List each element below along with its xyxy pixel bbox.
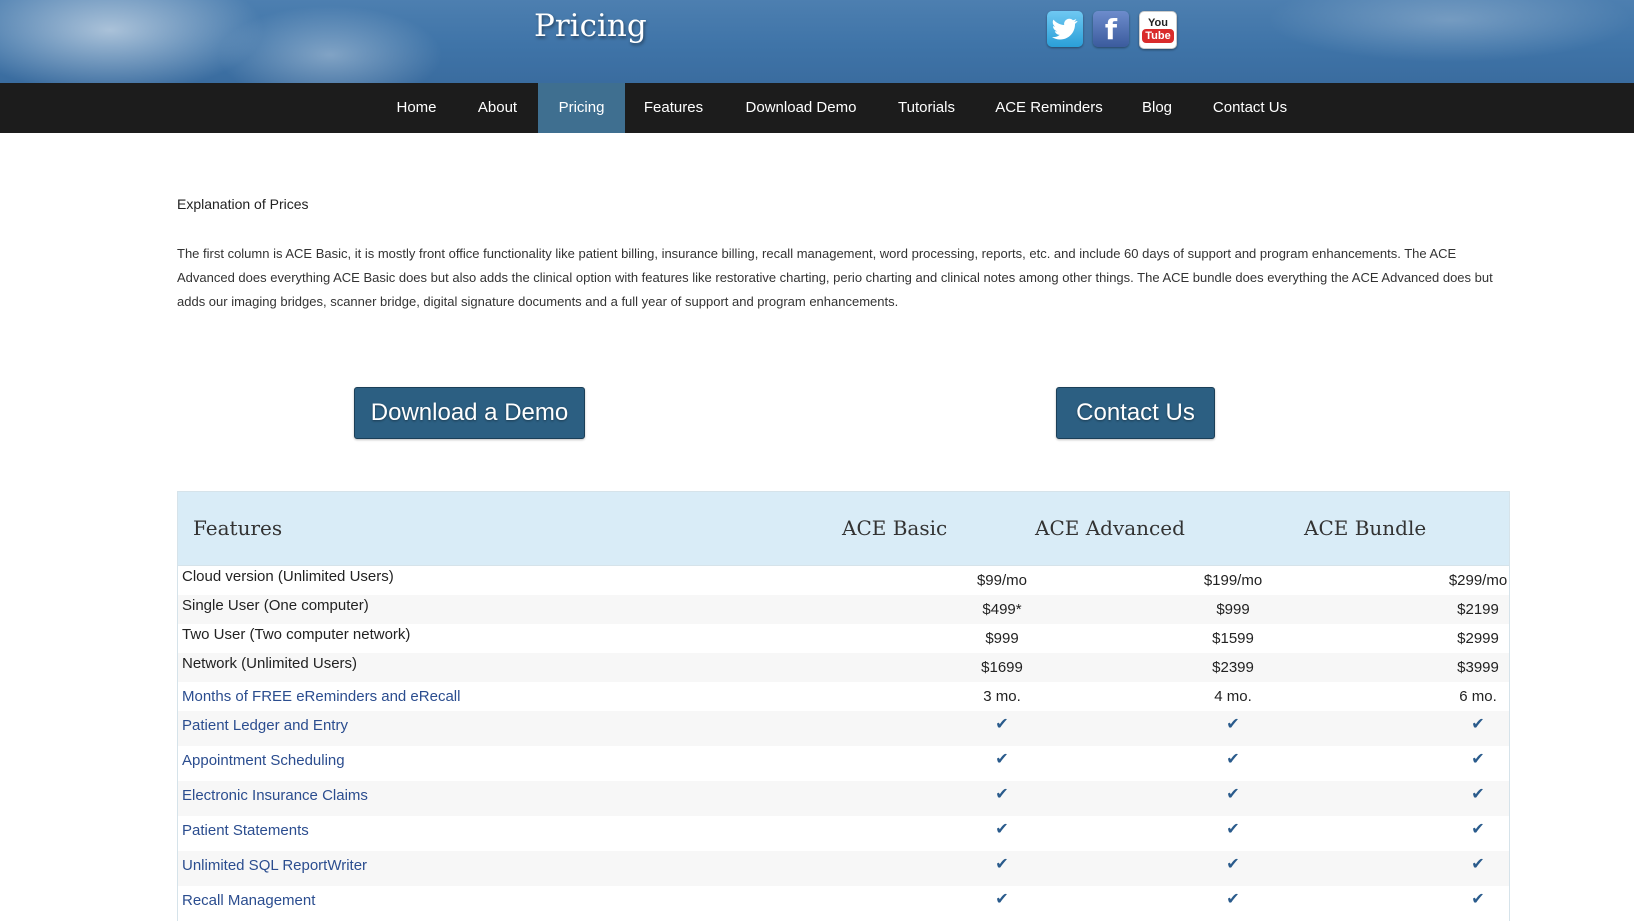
checkmark-icon: ✔ — [1471, 716, 1485, 733]
nav-item-home[interactable]: Home — [391, 83, 442, 133]
header-ace-basic: ACE Basic — [842, 516, 948, 540]
feature-label: Network (Unlimited Users) — [182, 655, 358, 672]
price-ace-bundle: $2999 — [1457, 630, 1499, 647]
checkmark-icon: ✔ — [1226, 716, 1240, 733]
twitter-icon[interactable] — [1047, 11, 1083, 47]
table-row: Cloud version (Unlimited Users) $99/mo $19… — [178, 566, 1509, 595]
nav-item-pricing[interactable]: Pricing — [538, 83, 625, 133]
feature-label[interactable]: Patient Statements — [182, 822, 309, 839]
explanation-text: The first column is ACE Basic, it is mos… — [177, 246, 1493, 309]
table-row: Patient Ledger and Entry ✔ ✔ ✔ — [178, 711, 1509, 746]
nav-item-about[interactable]: About — [467, 83, 528, 133]
price-ace-advanced: 4 mo. — [1214, 688, 1252, 705]
table-body: Cloud version (Unlimited Users) $99/mo $19… — [178, 566, 1509, 921]
table-row: Network (Unlimited Users) $1699 $2399 $3999 — [178, 653, 1509, 682]
header-ace-advanced: ACE Advanced — [1035, 516, 1185, 540]
checkmark-icon: ✔ — [1226, 891, 1240, 908]
nav-item-contact-us[interactable]: Contact Us — [1204, 83, 1296, 133]
checkmark-icon: ✔ — [1471, 751, 1485, 768]
header-ace-bundle: ACE Bundle — [1304, 516, 1427, 540]
price-ace-basic: 3 mo. — [983, 688, 1021, 705]
table-row: Electronic Insurance Claims ✔ ✔ ✔ — [178, 781, 1509, 816]
checkmark-icon: ✔ — [995, 751, 1009, 768]
youtube-tube-text: Tube — [1142, 29, 1174, 43]
pricing-table: Features ACE Basic ACE Advanced ACE Bund… — [177, 491, 1510, 921]
price-ace-advanced: $1599 — [1212, 630, 1254, 647]
table-row: Appointment Scheduling ✔ ✔ ✔ — [178, 746, 1509, 781]
feature-label: Cloud version (Unlimited Users) — [182, 568, 394, 585]
price-ace-basic: $1699 — [981, 659, 1023, 676]
youtube-you-text: You — [1148, 17, 1168, 29]
table-row: Single User (One computer) $499* $999 $2199 — [178, 595, 1509, 624]
nav-item-blog[interactable]: Blog — [1133, 83, 1181, 133]
price-ace-basic: $499* — [982, 601, 1022, 618]
facebook-glyph: f — [1104, 12, 1118, 46]
facebook-icon[interactable]: f — [1093, 11, 1129, 47]
checkmark-icon: ✔ — [1471, 891, 1485, 908]
price-ace-advanced: $2399 — [1212, 659, 1254, 676]
nav-item-features[interactable]: Features — [637, 83, 710, 133]
table-row: Months of FREE eReminders and eRecall 3 m… — [178, 682, 1509, 711]
checkmark-icon: ✔ — [1471, 786, 1485, 803]
table-row: Two User (Two computer network) $999 $1599… — [178, 624, 1509, 653]
nav-item-download-demo[interactable]: Download Demo — [733, 83, 869, 133]
feature-label[interactable]: Recall Management — [182, 892, 315, 909]
feature-label[interactable]: Appointment Scheduling — [182, 752, 345, 769]
table-row: Recall Management ✔ ✔ ✔ — [178, 886, 1509, 921]
checkmark-icon: ✔ — [995, 856, 1009, 873]
checkmark-icon: ✔ — [1226, 856, 1240, 873]
checkmark-icon: ✔ — [995, 891, 1009, 908]
youtube-icon[interactable]: You Tube — [1139, 11, 1177, 49]
feature-label[interactable]: Patient Ledger and Entry — [182, 717, 348, 734]
checkmark-icon: ✔ — [995, 786, 1009, 803]
feature-label[interactable]: Electronic Insurance Claims — [182, 787, 368, 804]
price-ace-bundle: $299/mo — [1448, 572, 1508, 589]
nav-item-tutorials[interactable]: Tutorials — [889, 83, 964, 133]
nav-item-ace-reminders[interactable]: ACE Reminders — [987, 83, 1111, 133]
feature-label: Two User (Two computer network) — [182, 626, 411, 643]
table-header: Features ACE Basic ACE Advanced ACE Bund… — [178, 492, 1509, 566]
checkmark-icon: ✔ — [995, 821, 1009, 838]
checkmark-icon: ✔ — [1471, 856, 1485, 873]
price-ace-bundle: $3999 — [1457, 659, 1499, 676]
header-features: Features — [193, 516, 283, 540]
contact-us-button[interactable]: Contact Us — [1056, 387, 1215, 439]
feature-label[interactable]: Unlimited SQL ReportWriter — [182, 857, 367, 874]
main-nav: Home About Pricing Features Download Dem… — [0, 83, 1634, 133]
page-title: Pricing — [534, 8, 647, 44]
price-ace-bundle: $2199 — [1457, 601, 1499, 618]
twitter-bird-icon — [1052, 18, 1078, 40]
feature-label[interactable]: Months of FREE eReminders and eRecall — [182, 688, 460, 705]
price-ace-advanced: $199/mo — [1203, 572, 1263, 589]
checkmark-icon: ✔ — [1226, 751, 1240, 768]
checkmark-icon: ✔ — [1226, 786, 1240, 803]
download-demo-button[interactable]: Download a Demo — [354, 387, 585, 439]
table-row: Patient Statements ✔ ✔ ✔ — [178, 816, 1509, 851]
price-ace-basic: $999 — [985, 630, 1019, 647]
checkmark-icon: ✔ — [1471, 821, 1485, 838]
checkmark-icon: ✔ — [1226, 821, 1240, 838]
price-ace-basic: $99/mo — [976, 572, 1028, 589]
table-row: Unlimited SQL ReportWriter ✔ ✔ ✔ — [178, 851, 1509, 886]
explanation-heading: Explanation of Prices — [177, 196, 309, 212]
checkmark-icon: ✔ — [995, 716, 1009, 733]
header-banner: Pricing f You Tube — [0, 0, 1634, 83]
price-ace-advanced: $999 — [1216, 601, 1250, 618]
feature-label: Single User (One computer) — [182, 597, 369, 614]
price-ace-bundle: 6 mo. — [1459, 688, 1497, 705]
